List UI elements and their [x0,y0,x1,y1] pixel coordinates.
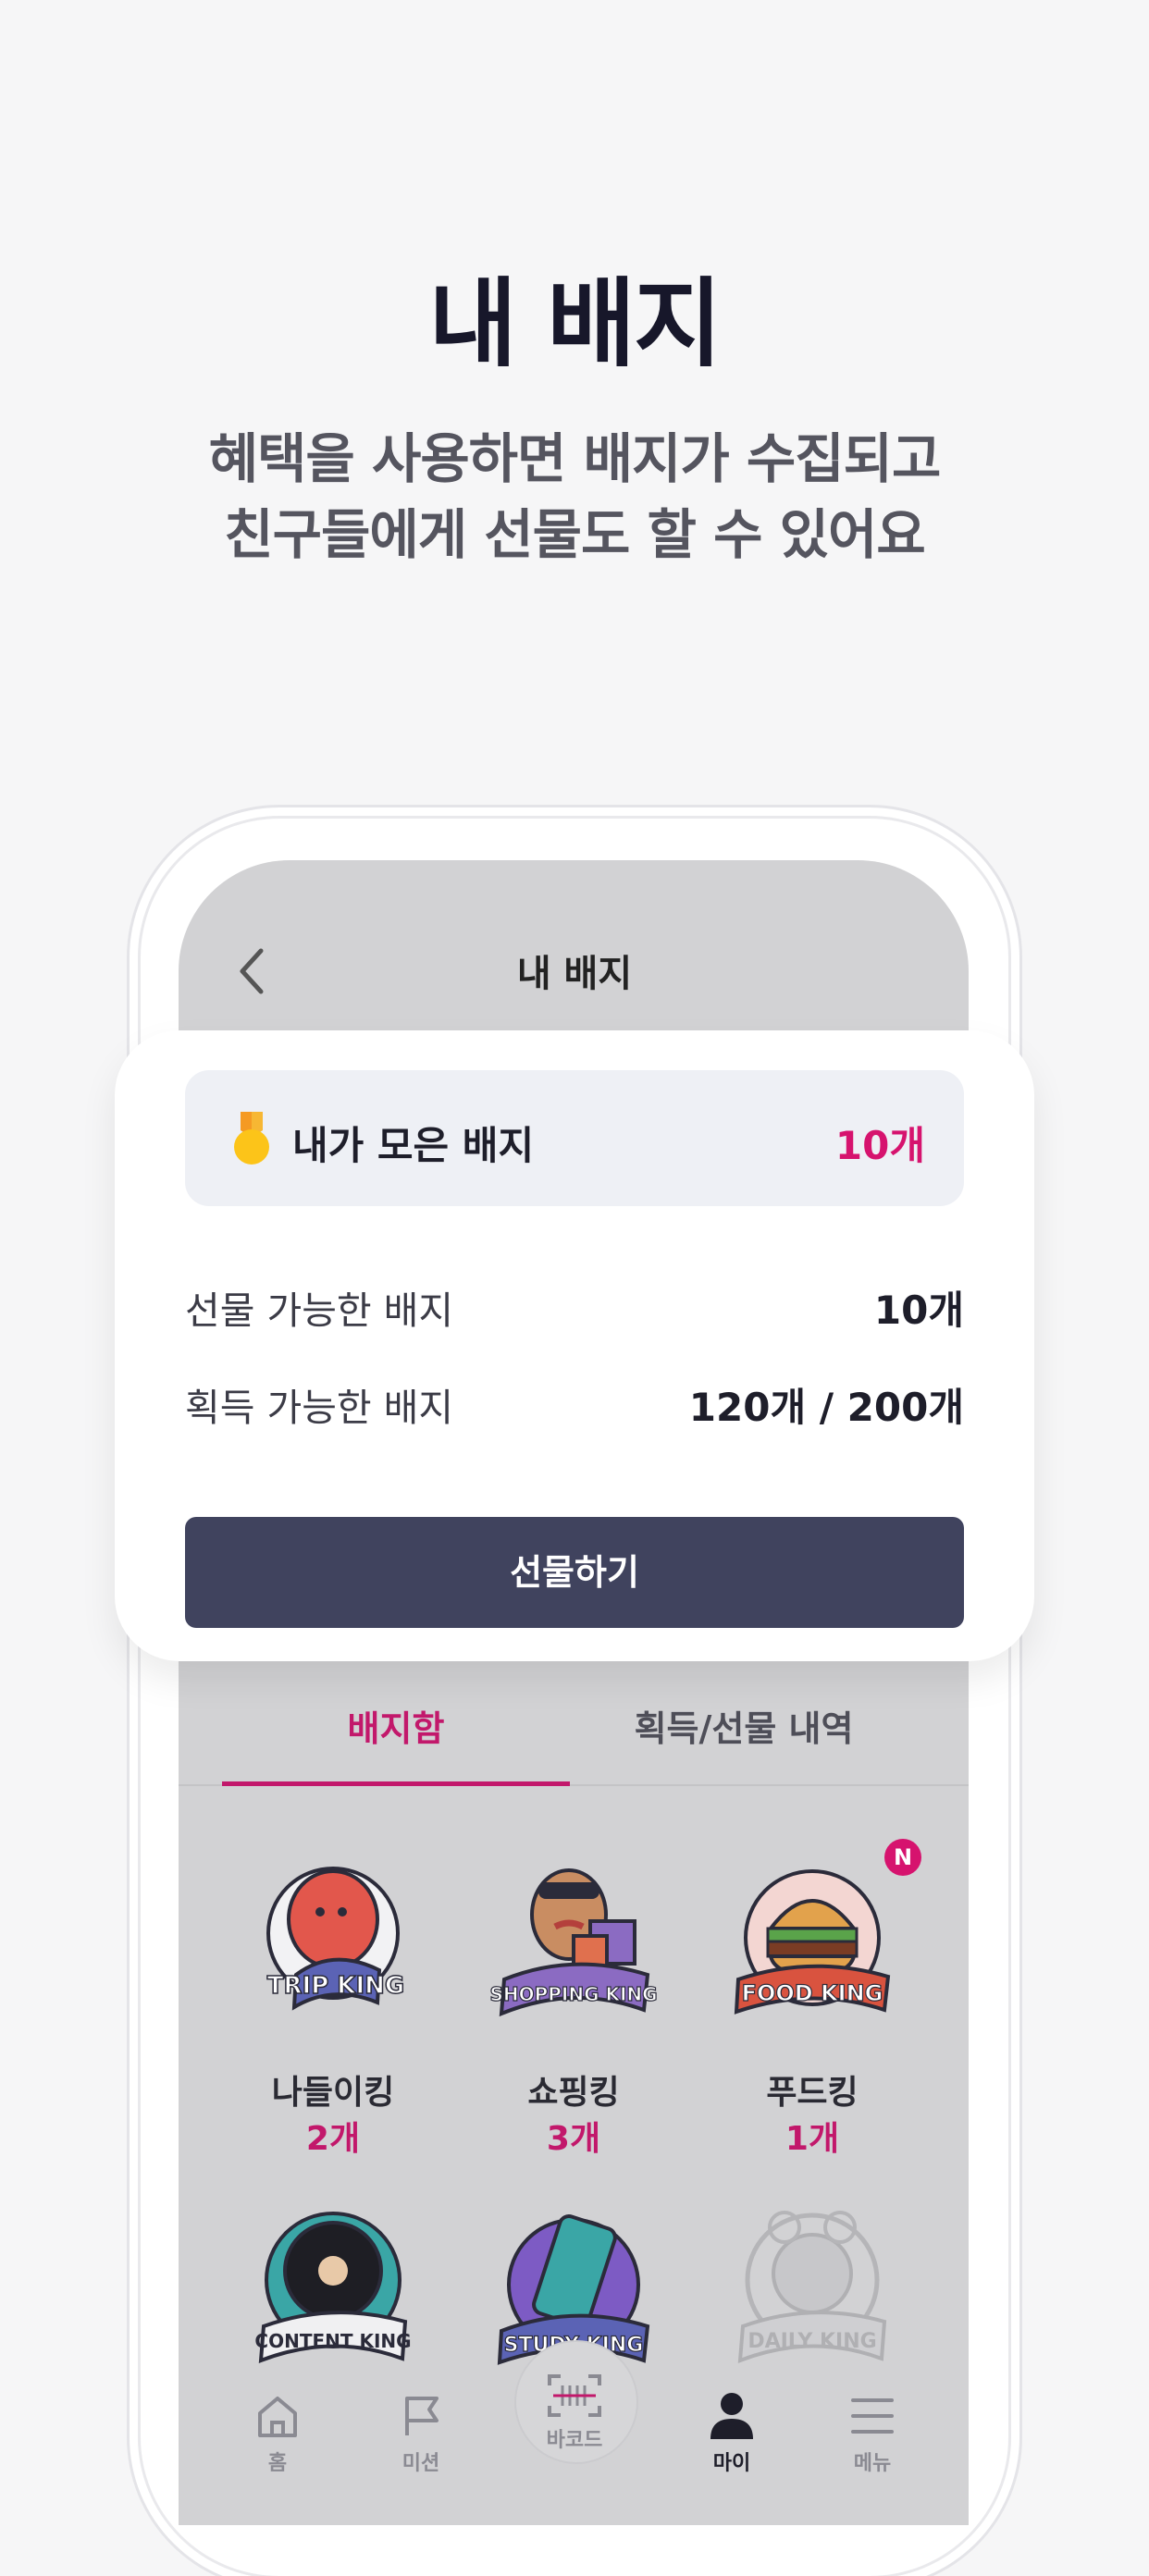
content-king-badge-art[interactable]: CONTENT KING [241,2192,426,2377]
food-king-art-text: FOOD KING [742,1980,883,2006]
barcode-icon[interactable] [546,2373,603,2419]
shopping-king-badge-art[interactable]: SHOPPING KING [481,1845,666,2030]
person-icon[interactable] [707,2389,757,2441]
nav-label-mission[interactable]: 미션 [365,2447,476,2476]
daily-king-art-text: DAILY KING [747,2330,876,2353]
daily-king-badge-art[interactable]: DAILY KING [720,2192,905,2377]
content-king-art-text: CONTENT KING [254,2330,411,2352]
screen-title: 내 배지 [516,953,633,995]
obtainable-value: 120개 / 200개 [688,1385,964,1430]
tab-active-indicator [222,1781,570,1786]
hero-subtitle-line2: 친구들에게 선물도 할 수 있어요 [224,503,925,566]
medal-icon [234,1112,269,1165]
gift-button[interactable]: 선물하기 [185,1517,964,1628]
new-badge-indicator: N [884,1839,921,1876]
badge-count-shopping: 3개 [546,2120,601,2158]
nav-label-menu[interactable]: 메뉴 [817,2447,928,2476]
home-icon[interactable] [253,2391,303,2441]
nav-label-my[interactable]: 마이 [676,2447,787,2476]
menu-icon[interactable] [847,2393,897,2439]
collected-badges-count: 10개 [834,1123,925,1168]
hero-title: 내 배지 [428,267,722,380]
badge-name-trip: 나들이킹 [271,2074,395,2112]
food-king-badge-art[interactable]: FOOD KING [720,1845,905,2030]
tab-badge-box[interactable]: 배지함 [222,1700,570,1751]
badge-count-food: 1개 [785,2120,840,2158]
obtainable-label: 획득 가능한 배지 [185,1386,454,1430]
giftable-value: 10개 [873,1288,964,1333]
badge-count-trip: 2개 [305,2120,361,2158]
nav-label-home[interactable]: 홈 [222,2447,333,2476]
tab-history[interactable]: 획득/선물 내역 [570,1700,918,1751]
trip-king-art-text: TRIP KING [267,1972,404,2000]
flag-icon[interactable] [396,2391,446,2441]
giftable-label: 선물 가능한 배지 [185,1288,454,1333]
hero-subtitle: 혜택을 사용하면 배지가 수집되고 친구들에게 선물도 할 수 있어요 [0,421,1149,573]
shopping-king-art-text: SHOPPING KING [489,1983,657,2005]
badge-name-food: 푸드킹 [766,2074,859,2112]
collected-badges-label: 내가 모은 배지 [292,1123,535,1168]
badge-name-shopping: 쇼핑킹 [527,2074,620,2112]
hero-subtitle-line1: 혜택을 사용하면 배지가 수집되고 [208,427,942,490]
nav-label-barcode[interactable]: 바코드 [519,2423,630,2453]
trip-king-badge-art[interactable]: TRIP KING [241,1845,426,2030]
